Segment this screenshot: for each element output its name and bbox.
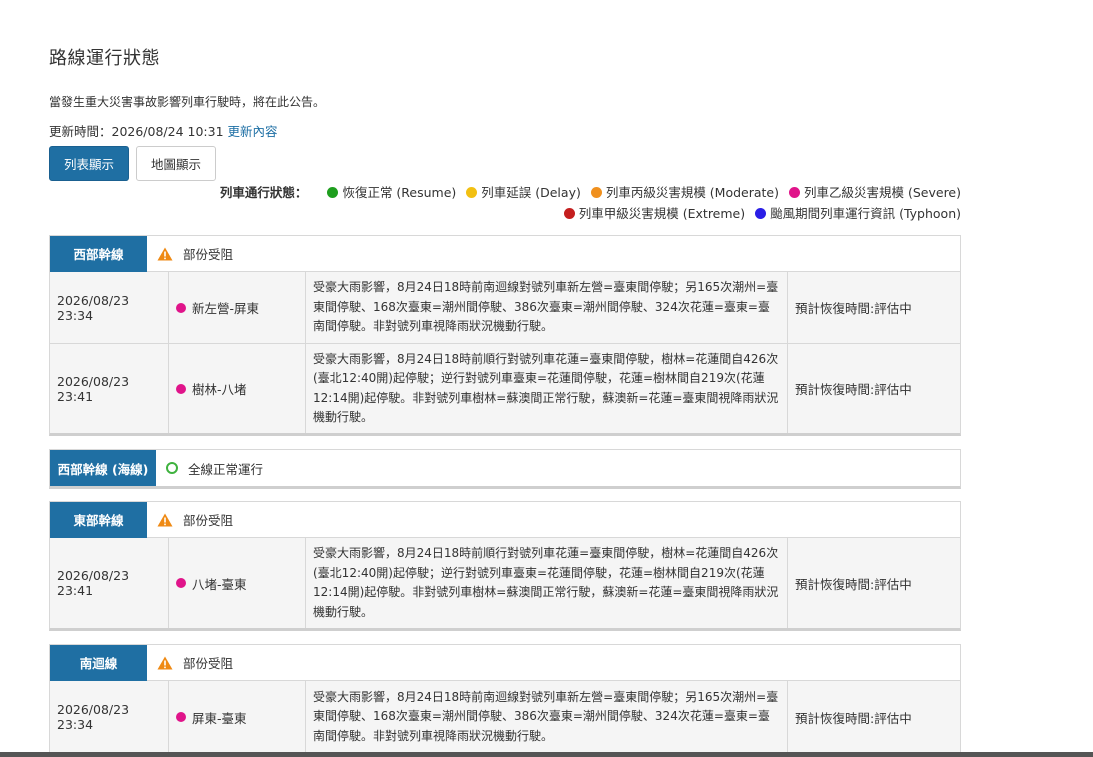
update-line: 更新時間：2026/08/24 10:31 更新內容 [49,121,278,140]
incident-time: 2026/08/23 23:34 [57,702,130,732]
incident-table: 2026/08/23 23:34 屏東-臺東 受豪大雨影響，8月24日18時前南… [50,681,960,753]
incident-description: 受豪大雨影響，8月24日18時前南迴線對號列車新左營=臺東間停駛；另165次潮州… [305,272,787,343]
legend-dot-icon [789,187,800,198]
legend-item-severe: 列車乙級災害規模 (Severe) [789,185,961,200]
incident-segment: 屏東-臺東 [168,681,305,753]
line-status-text: 部份受阻 [183,656,234,671]
incident-time: 2026/08/23 23:41 [57,373,130,404]
list-view-button[interactable]: 列表顯示 [49,146,129,181]
incident-time: 2026/08/23 23:34 [57,292,130,323]
table-row: 2026/08/23 23:41 樹林-八堵 受豪大雨影響，8月24日18時前順… [50,343,960,433]
line-section-east: 東部幹線 部份受阻 2026/08/23 23:41 八堵-臺東 受豪大雨影響，… [49,501,961,631]
severe-dot-icon [176,383,186,394]
line-name[interactable]: 南迴線 [50,644,147,681]
legend-item-delay: 列車延誤 (Delay) [466,185,581,200]
map-view-button[interactable]: 地圖顯示 [136,146,216,181]
incident-estimate: 預計恢復時間:評估中 [787,344,960,433]
line-name[interactable]: 西部幹線 [50,235,147,272]
page-title: 路線運行狀態 [49,48,160,69]
window-bottom-edge [0,752,1093,757]
line-name[interactable]: 東部幹線 [50,501,147,538]
line-status: 部份受阻 [157,510,233,529]
line-status-text: 全線正常運行 [188,461,264,477]
incident-estimate: 預計恢復時間:評估中 [787,272,960,343]
legend-item-typhoon: 颱風期間列車運行資訊 (Typhoon) [755,206,961,221]
legend-item-extreme: 列車甲級災害規模 (Extreme) [563,206,745,221]
notice-text: 當發生重大災害事故影響列車行駛時，將在此公告。 [49,95,326,109]
incident-description: 受豪大雨影響，8月24日18時前順行對號列車花蓮=臺東間停駛，樹林=花蓮間自42… [305,538,787,628]
warning-icon [157,513,173,526]
line-section-west: 西部幹線 部份受阻 2026/08/23 23:34 新左營-屏東 受豪大雨影響… [49,235,961,436]
line-status-text: 部份受阻 [183,513,234,528]
incident-description: 受豪大雨影響，8月24日18時前順行對號列車花蓮=臺東間停駛，樹林=花蓮間自42… [305,344,787,433]
incident-segment: 樹林-八堵 [168,344,305,433]
warning-icon [157,656,173,669]
legend-item-resume: 恢復正常 (Resume) [327,185,456,200]
incident-table: 2026/08/23 23:34 新左營-屏東 受豪大雨影響，8月24日18時前… [50,272,960,433]
line-status: 全線正常運行 [166,459,263,478]
incident-estimate: 預計恢復時間:評估中 [787,538,960,628]
legend-dot-icon [327,187,339,198]
severe-dot-icon [176,578,186,588]
legend-dot-icon [466,187,478,198]
line-status-text: 部份受阻 [183,247,234,262]
section-header: 東部幹線 部份受阻 [50,501,960,538]
incident-time: 2026/08/23 23:41 [57,568,130,598]
legend-item-moderate: 列車丙級災害規模 (Moderate) [590,185,779,200]
line-status: 部份受阻 [157,244,233,263]
line-section-west-coast: 西部幹線 (海線) 全線正常運行 [49,449,961,489]
warning-icon [157,247,173,260]
legend-dot-icon [755,208,767,219]
incident-segment: 新左營-屏東 [168,272,305,343]
incident-segment: 八堵-臺東 [168,538,305,628]
section-header: 西部幹線 部份受阻 [50,235,960,272]
update-content-link[interactable]: 更新內容 [228,124,278,139]
incident-table: 2026/08/23 23:41 八堵-臺東 受豪大雨影響，8月24日18時前順… [50,538,960,628]
legend-dot-icon [563,208,575,219]
incident-description: 受豪大雨影響，8月24日18時前南迴線對號列車新左營=臺東間停駛；另165次潮州… [305,681,787,753]
table-row: 2026/08/23 23:34 新左營-屏東 受豪大雨影響，8月24日18時前… [50,272,960,343]
section-header: 南迴線 部份受阻 [50,644,960,681]
table-row: 2026/08/23 23:41 八堵-臺東 受豪大雨影響，8月24日18時前順… [50,538,960,628]
legend-dot-icon [590,187,602,198]
line-name[interactable]: 西部幹線 (海線) [50,450,156,486]
line-section-south-link: 南迴線 部份受阻 2026/08/23 23:34 屏東-臺東 受豪大雨影響，8… [49,644,961,753]
table-row: 2026/08/23 23:34 屏東-臺東 受豪大雨影響，8月24日18時前南… [50,681,960,753]
incident-estimate: 預計恢復時間:評估中 [787,681,960,753]
status-legend: 列車通行狀態： 恢復正常 (Resume) 列車延誤 (Delay) 列車丙級災害… [171,182,961,224]
section-header: 西部幹線 (海線) 全線正常運行 [50,450,960,486]
update-time: 更新時間：2026/08/24 10:31 [49,124,224,139]
normal-circle-icon [166,462,178,474]
severe-dot-icon [176,302,186,313]
legend-label: 列車通行狀態： [219,185,308,200]
severe-dot-icon [176,712,186,722]
line-status: 部份受阻 [157,653,233,672]
